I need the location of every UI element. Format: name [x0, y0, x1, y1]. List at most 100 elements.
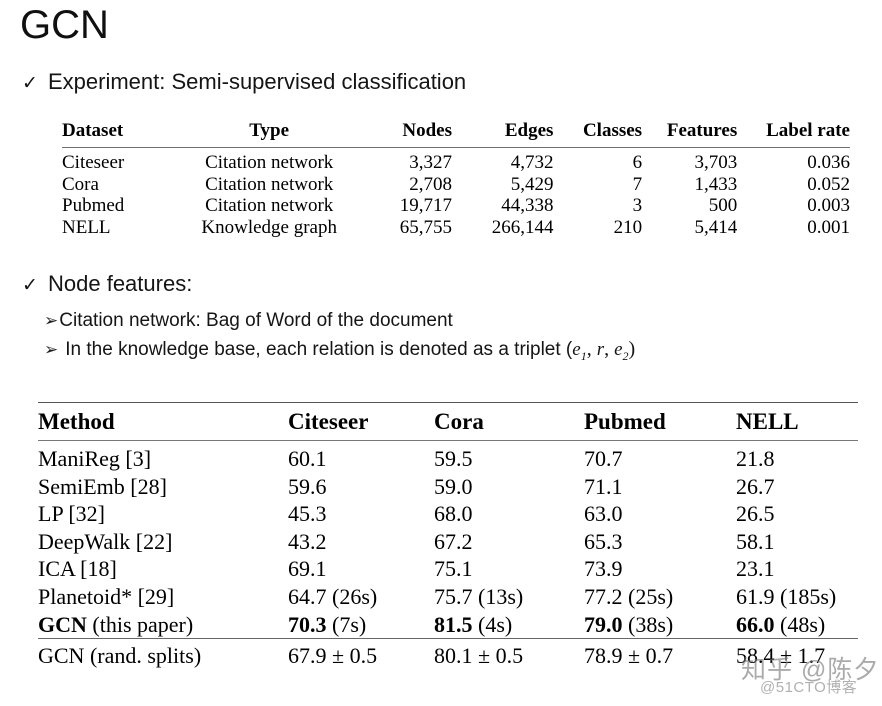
cell-nell: 26.7 — [736, 473, 775, 499]
cell-edges: 266,144 — [491, 216, 554, 238]
cell-cora-time: (4s) — [472, 611, 513, 637]
cell-pubmed: 78.9 ± 0.7 — [584, 638, 736, 670]
cell-edges: 5,429 — [510, 173, 554, 195]
cell-dataset: Cora — [62, 173, 99, 195]
cell-features: 5,414 — [694, 216, 738, 238]
cell-classes: 3 — [632, 195, 643, 216]
column-header-nell: NELL — [736, 409, 799, 434]
cell-dataset: Citeseer — [62, 152, 125, 173]
cell-nodes: 3,327 — [409, 152, 452, 173]
cell-nell: 23.1 — [736, 556, 775, 582]
cell-method: Planetoid* [29] — [38, 583, 175, 609]
cell-label-rate: 0.052 — [807, 173, 850, 195]
subbullet-knowledge-base: ➢ In the knowledge base, each relation i… — [44, 338, 635, 363]
math-paren-close: ) — [628, 338, 636, 360]
cell-type: Citation network — [205, 152, 334, 173]
cell-citeseer: 67.9 ± 0.5 — [288, 638, 434, 670]
math-var-e1: e1 — [572, 339, 586, 362]
cell-citeseer: 70.3 (7s) — [288, 611, 434, 639]
cell-citeseer: 45.3 — [288, 501, 327, 527]
math-sep-1: , — [586, 338, 597, 360]
table-row: Planetoid* [29] 64.7 (26s) 75.7 (13s) 77… — [38, 583, 858, 611]
bullet-node-features-label: Node features: — [48, 271, 193, 296]
cell-pubmed: 73.9 — [584, 556, 623, 582]
column-header-features: Features — [666, 120, 738, 141]
cell-nodes: 65,755 — [399, 216, 452, 238]
cell-pubmed: 71.1 — [584, 473, 623, 499]
cell-method: LP [32] — [38, 501, 106, 527]
cell-citeseer: 60.1 — [288, 446, 327, 471]
cell-features: 1,433 — [694, 173, 738, 195]
cell-pubmed: 63.0 — [584, 501, 623, 527]
cell-cora: 81.5 (4s) — [434, 611, 584, 639]
cell-pubmed: 77.2 (25s) — [584, 583, 674, 609]
arrow-bullet-icon: ➢ — [44, 311, 59, 330]
table-row: DeepWalk [22] 43.2 67.2 65.3 58.1 — [38, 528, 858, 556]
page-title: GCN — [20, 3, 109, 47]
subbullet-citation-network: ➢ Citation network: Bag of Word of the d… — [44, 310, 453, 332]
cell-citeseer: 59.6 — [288, 473, 327, 499]
cell-method: GCN (rand. splits) — [38, 638, 288, 670]
column-header-dataset: Dataset — [62, 120, 124, 141]
cell-cora-value: 81.5 — [434, 611, 473, 637]
cell-cora: 80.1 ± 0.5 — [434, 638, 584, 670]
cell-label-rate: 0.036 — [807, 152, 850, 173]
table-row: Cora Citation network 2,708 5,429 7 1,43… — [62, 174, 850, 196]
cell-method: ICA [18] — [38, 556, 117, 582]
cell-edges: 44,338 — [501, 195, 554, 216]
arrow-bullet-icon: ➢ — [44, 340, 59, 359]
table-row: ManiReg [3] 60.1 59.5 70.7 21.8 — [38, 441, 858, 473]
cell-features: 3,703 — [694, 152, 738, 173]
cell-nodes: 19,717 — [399, 195, 452, 216]
cell-features: 500 — [708, 195, 738, 216]
cell-citeseer-value: 70.3 — [288, 611, 327, 637]
cell-citeseer: 69.1 — [288, 556, 327, 582]
table-row-gcn-this-paper: GCN (this paper) 70.3 (7s) 81.5 (4s) 79.… — [38, 611, 858, 639]
column-header-label-rate: Label rate — [766, 120, 850, 141]
cell-method-rest: (this paper) — [86, 611, 194, 637]
column-header-type: Type — [249, 120, 290, 141]
datasets-table-body: Citeseer Citation network 3,327 4,732 6 … — [62, 148, 850, 239]
cell-nell: 66.0 (48s) — [736, 611, 858, 639]
checkmark-icon: ✓ — [22, 275, 38, 296]
cell-dataset: NELL — [62, 216, 111, 238]
table-row: Pubmed Citation network 19,717 44,338 3 … — [62, 195, 850, 217]
cell-cora: 67.2 — [434, 528, 473, 554]
cell-type: Citation network — [205, 195, 334, 216]
cell-pubmed: 79.0 (38s) — [584, 611, 736, 639]
cell-nell: 26.5 — [736, 501, 775, 527]
column-header-citeseer: Citeseer — [288, 409, 369, 434]
cell-nell: 58.1 — [736, 528, 775, 554]
table-row: NELL Knowledge graph 65,755 266,144 210 … — [62, 217, 850, 239]
cell-type: Knowledge graph — [201, 216, 337, 238]
cell-label-rate: 0.001 — [807, 216, 850, 238]
cell-method-bold: GCN — [38, 611, 87, 637]
cell-citeseer-time: (7s) — [326, 611, 367, 637]
math-var-r: r — [596, 339, 605, 360]
table-row: ICA [18] 69.1 75.1 73.9 23.1 — [38, 555, 858, 583]
table-row: LP [32] 45.3 68.0 63.0 26.5 — [38, 500, 858, 528]
cell-pubmed-value: 79.0 — [584, 611, 623, 637]
column-header-cora: Cora — [434, 409, 484, 434]
table-row-gcn-rand-splits: GCN (rand. splits) 67.9 ± 0.5 80.1 ± 0.5… — [38, 638, 858, 670]
table-row: Citeseer Citation network 3,327 4,732 6 … — [62, 148, 850, 174]
kb-text-lead: In the knowledge base, each relation is … — [65, 339, 573, 360]
cell-nell-value: 66.0 — [736, 611, 775, 637]
cell-dataset: Pubmed — [62, 195, 125, 216]
cell-method: SemiEmb [28] — [38, 473, 167, 499]
cell-cora: 59.5 — [434, 446, 473, 471]
cell-cora: 59.0 — [434, 473, 473, 499]
bullet-experiment: ✓ Experiment: Semi-supervised classifica… — [22, 69, 466, 94]
watermark-51cto: @51CTO博客 — [760, 679, 858, 696]
cell-method: DeepWalk [22] — [38, 528, 173, 554]
column-header-classes: Classes — [582, 120, 643, 141]
cell-nell-time: (48s) — [774, 611, 826, 637]
results-table-body: ManiReg [3] 60.1 59.5 70.7 21.8 SemiEmb … — [38, 441, 858, 670]
cell-label-rate: 0.003 — [807, 195, 850, 216]
cell-type: Citation network — [205, 173, 334, 195]
subbullet-citation-label: Citation network: Bag of Word of the doc… — [59, 310, 453, 331]
cell-nell: 21.8 — [736, 446, 775, 471]
cell-cora: 75.7 (13s) — [434, 583, 524, 609]
results-table: Method Citeseer Cora Pubmed NELL ManiReg… — [38, 402, 858, 670]
checkmark-icon: ✓ — [22, 73, 38, 94]
